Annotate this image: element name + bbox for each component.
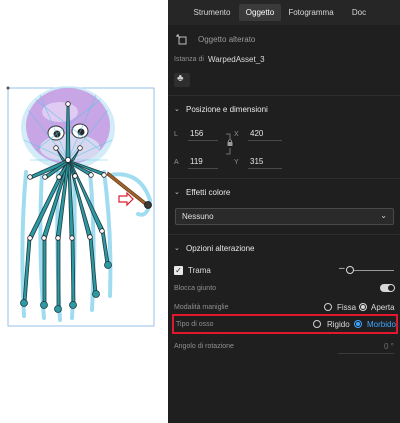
rotation-angle-label: Angolo di rotazione — [174, 343, 234, 350]
y-field[interactable]: 315 — [248, 155, 282, 169]
arrow-annotation-icon — [118, 191, 134, 207]
handle-mode-open-label: Aperta — [371, 303, 395, 312]
bone-type-label: Tipo di osso — [176, 321, 214, 328]
tab-doc[interactable]: Doc — [345, 4, 373, 21]
chevron-down-icon[interactable]: ⌄ — [174, 244, 180, 252]
properties-panel: Strumento Oggetto Fotogramma Doc Oggetto… — [168, 0, 400, 423]
bone-type-soft-radio[interactable] — [354, 320, 362, 328]
mesh-density-slider-knob[interactable] — [346, 266, 354, 274]
tab-oggetto[interactable]: Oggetto — [239, 4, 281, 21]
selected-bone-tip[interactable] — [144, 201, 152, 209]
handle-mode-fixed-radio[interactable] — [324, 303, 332, 311]
handle-mode-label: Modalità maniglie — [174, 304, 229, 311]
bone-tips[interactable] — [20, 261, 112, 313]
warped-object-artwork[interactable] — [0, 0, 168, 423]
bone-type-rigid-label: Rigido — [327, 320, 350, 329]
width-label: L — [174, 131, 178, 138]
bounding-box-corner-handle[interactable] — [6, 86, 10, 90]
club-icon: ♣ — [177, 73, 184, 84]
y-label: Y — [234, 159, 239, 166]
lock-proportions-icon[interactable] — [224, 133, 236, 155]
instance-of-label: Istanza di — [174, 56, 204, 63]
divider — [168, 234, 400, 235]
section-header-position[interactable]: Posizione e dimensioni — [186, 105, 268, 114]
bone-type-soft-label: Morbido — [367, 320, 396, 329]
chevron-down-icon[interactable]: ⌄ — [174, 188, 180, 196]
tab-fotogramma[interactable]: Fotogramma — [285, 4, 337, 21]
stage-canvas[interactable] — [0, 0, 168, 423]
mesh-checkbox[interactable]: ✓ — [174, 266, 183, 275]
height-field[interactable]: 119 — [188, 155, 218, 169]
swap-symbol-button[interactable]: ♣ — [174, 73, 190, 87]
chevron-down-icon[interactable]: ⌄ — [174, 105, 180, 113]
mesh-label: Trama — [188, 266, 211, 275]
handle-mode-fixed-label: Fissa — [337, 303, 357, 312]
divider — [168, 178, 400, 179]
x-field[interactable]: 420 — [248, 127, 282, 141]
color-effect-value: Nessuno — [182, 212, 214, 221]
height-label: A — [174, 159, 179, 166]
minus-icon[interactable]: – — [339, 263, 345, 274]
tab-strumento[interactable]: Strumento — [188, 4, 236, 21]
section-header-warp-options[interactable]: Opzioni alterazione — [186, 244, 254, 253]
instance-name: WarpedAsset_3 — [208, 55, 265, 64]
divider — [168, 95, 400, 96]
rotation-angle-value[interactable]: 0 ° — [384, 342, 394, 351]
lock-joint-toggle[interactable] — [380, 284, 395, 292]
section-header-color-effects[interactable]: Effetti colore — [186, 188, 230, 197]
lock-joint-label: Blocca giunto — [174, 285, 217, 292]
color-effect-dropdown[interactable]: Nessuno ⌄ — [175, 208, 394, 225]
warped-object-icon — [176, 34, 187, 45]
rotation-field-underline — [338, 353, 394, 354]
properties-tab-bar: Strumento Oggetto Fotogramma Doc — [168, 0, 400, 25]
object-type-label: Oggetto alterato — [198, 35, 256, 44]
handle-mode-open-radio[interactable] — [359, 303, 367, 311]
chevron-down-icon: ⌄ — [380, 211, 387, 220]
width-field[interactable]: 156 — [188, 127, 218, 141]
bone-type-rigid-radio[interactable] — [313, 320, 321, 328]
